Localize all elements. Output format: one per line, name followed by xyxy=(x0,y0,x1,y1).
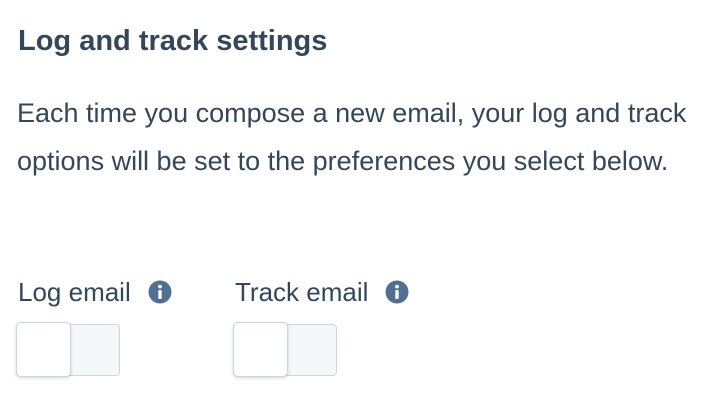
log-email-label-row: Log email xyxy=(18,272,172,312)
info-icon[interactable] xyxy=(385,280,409,304)
log-email-label: Log email xyxy=(18,277,131,307)
toggle-knob xyxy=(16,322,71,377)
log-email-toggle[interactable] xyxy=(16,322,120,377)
log-email-option: Log email xyxy=(16,272,172,377)
toggle-knob xyxy=(233,322,288,377)
track-email-label-row: Track email xyxy=(235,272,409,312)
section-title: Log and track settings xyxy=(18,25,328,57)
section-description: Each time you compose a new email, your … xyxy=(17,98,687,176)
track-email-label: Track email xyxy=(235,277,369,307)
track-email-option: Track email xyxy=(233,272,409,377)
track-email-toggle[interactable] xyxy=(233,322,337,377)
info-icon[interactable] xyxy=(148,280,172,304)
